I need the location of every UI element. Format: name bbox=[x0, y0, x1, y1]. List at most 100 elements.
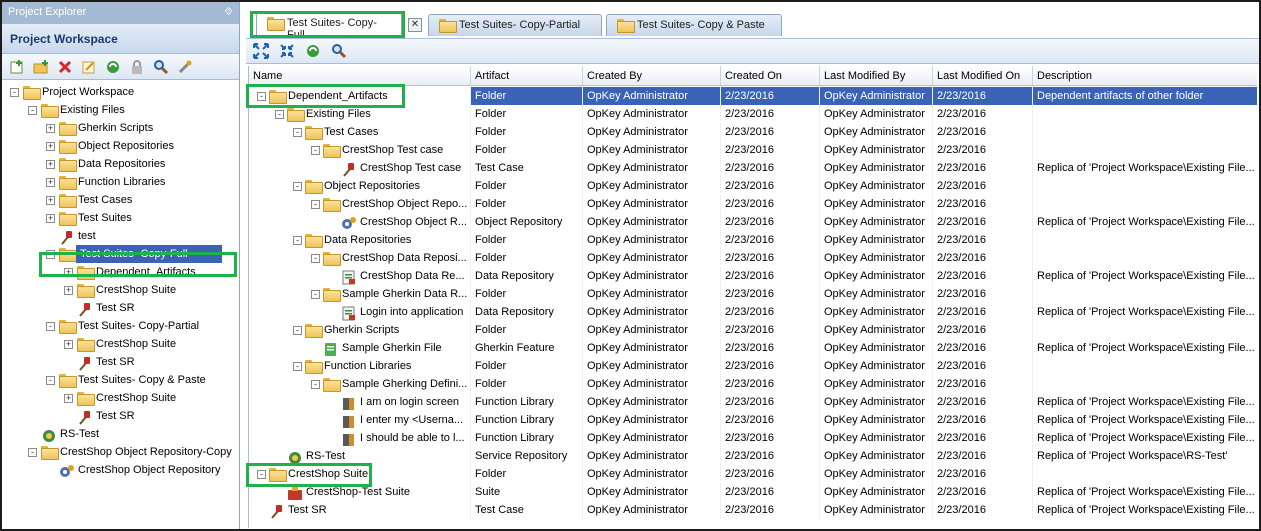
name-cell[interactable]: CrestShop Object R... bbox=[249, 213, 471, 231]
collapse-toggle-icon[interactable]: - bbox=[46, 376, 55, 385]
expand-toggle-icon[interactable]: + bbox=[46, 214, 55, 223]
name-cell[interactable]: - Data Repositories bbox=[249, 231, 471, 249]
name-cell[interactable]: I am on login screen bbox=[249, 393, 471, 411]
tab-3[interactable]: Test Suites- Copy & Paste bbox=[606, 14, 782, 36]
table-row[interactable]: - Gherkin Scripts Folder OpKey Administrato… bbox=[249, 321, 1257, 339]
expand-toggle-icon[interactable]: + bbox=[46, 196, 55, 205]
collapse-toggle-icon[interactable]: - bbox=[311, 380, 320, 389]
expand-all-icon[interactable] bbox=[250, 41, 272, 61]
expand-toggle-icon[interactable]: + bbox=[64, 394, 73, 403]
collapse-toggle-icon[interactable]: - bbox=[293, 326, 302, 335]
tree-node[interactable]: + Test Suites bbox=[2, 209, 239, 227]
table-row[interactable]: - Sample Gherkin Data R... Folder OpKey Adm… bbox=[249, 285, 1257, 303]
table-row[interactable]: - Test Cases Folder OpKey Administrator 2/23… bbox=[249, 123, 1257, 141]
table-row[interactable]: - Function Libraries Folder OpKey Administr… bbox=[249, 357, 1257, 375]
name-cell[interactable]: - Test Cases bbox=[249, 123, 471, 141]
tree-node[interactable]: + Test Cases bbox=[2, 191, 239, 209]
column-header[interactable]: Created By bbox=[583, 66, 721, 86]
tree-node[interactable]: - Test Suites- Copy & Paste bbox=[2, 371, 239, 389]
expand-toggle-icon[interactable]: + bbox=[64, 340, 73, 349]
tools-icon[interactable] bbox=[174, 57, 196, 77]
close-tab-icon[interactable]: ✕ bbox=[408, 18, 422, 32]
table-row[interactable]: - CrestShop Suite Folder OpKey Administrato… bbox=[249, 465, 1257, 483]
name-cell[interactable]: CrestShop Test case bbox=[249, 159, 471, 177]
table-row[interactable]: CrestShop Test case Test Case OpKey Admini… bbox=[249, 159, 1257, 177]
table-row[interactable]: CrestShop-Test Suite Suite OpKey Administr… bbox=[249, 483, 1257, 501]
column-header[interactable]: Description bbox=[1033, 66, 1257, 86]
tree-node[interactable]: + Function Libraries bbox=[2, 173, 239, 191]
name-cell[interactable]: I should be able to l... bbox=[249, 429, 471, 447]
rename-icon[interactable] bbox=[78, 57, 100, 77]
collapse-toggle-icon[interactable]: - bbox=[311, 200, 320, 209]
table-row[interactable]: Login into application Data Repository OpK… bbox=[249, 303, 1257, 321]
name-cell[interactable]: - Object Repositories bbox=[249, 177, 471, 195]
collapse-toggle-icon[interactable]: - bbox=[10, 88, 19, 97]
collapse-toggle-icon[interactable]: - bbox=[46, 322, 55, 331]
table-row[interactable]: CrestShop Data Re... Data Repository OpKey… bbox=[249, 267, 1257, 285]
column-header[interactable]: Name bbox=[249, 66, 471, 86]
lock-icon[interactable] bbox=[126, 57, 148, 77]
pin-icon[interactable]: ⯑ bbox=[224, 6, 233, 20]
search-icon[interactable] bbox=[150, 57, 172, 77]
table-row[interactable]: Sample Gherkin File Gherkin Feature OpKey … bbox=[249, 339, 1257, 357]
column-header[interactable]: Last Modified By bbox=[820, 66, 933, 86]
expand-toggle-icon[interactable]: + bbox=[46, 160, 55, 169]
tab-2[interactable]: Test Suites- Copy-Partial bbox=[428, 14, 602, 36]
table-row[interactable]: - Data Repositories Folder OpKey Administra… bbox=[249, 231, 1257, 249]
table-row[interactable]: - CrestShop Object Repo... Folder OpKey Adm… bbox=[249, 195, 1257, 213]
tree-node[interactable]: + Data Repositories bbox=[2, 155, 239, 173]
collapse-toggle-icon[interactable]: - bbox=[293, 182, 302, 191]
search-icon[interactable] bbox=[328, 41, 350, 61]
name-cell[interactable]: I enter my <Userna... bbox=[249, 411, 471, 429]
collapse-all-icon[interactable] bbox=[276, 41, 298, 61]
name-cell[interactable]: CrestShop Data Re... bbox=[249, 267, 471, 285]
column-header[interactable]: Last Modified On bbox=[933, 66, 1033, 86]
tree-node[interactable]: Test SR bbox=[2, 353, 239, 371]
name-cell[interactable]: - CrestShop Test case bbox=[249, 141, 471, 159]
tree-node[interactable]: - Project Workspace bbox=[2, 83, 239, 101]
table-row[interactable]: - Object Repositories Folder OpKey Administ… bbox=[249, 177, 1257, 195]
tree-node[interactable]: + Object Repositories bbox=[2, 137, 239, 155]
tree-node[interactable]: + CrestShop Suite bbox=[2, 389, 239, 407]
tree-node[interactable]: - Test Suites- Copy-Partial bbox=[2, 317, 239, 335]
name-cell[interactable]: - Sample Gherking Defini... bbox=[249, 375, 471, 393]
table-row[interactable]: I am on login screen Function Library OpKe… bbox=[249, 393, 1257, 411]
table-row[interactable]: I should be able to l... Function Library… bbox=[249, 429, 1257, 447]
name-cell[interactable]: - CrestShop Data Reposi... bbox=[249, 249, 471, 267]
tree-node[interactable]: + CrestShop Suite bbox=[2, 281, 239, 299]
column-header[interactable]: Created On bbox=[721, 66, 820, 86]
add-item-icon[interactable] bbox=[6, 57, 28, 77]
name-cell[interactable]: - Function Libraries bbox=[249, 357, 471, 375]
tree-node[interactable]: RS-Test bbox=[2, 425, 239, 443]
table-row[interactable]: - CrestShop Data Reposi... Folder OpKey Adm… bbox=[249, 249, 1257, 267]
collapse-toggle-icon[interactable]: - bbox=[275, 110, 284, 119]
add-folder-icon[interactable] bbox=[30, 57, 52, 77]
collapse-toggle-icon[interactable]: - bbox=[311, 290, 320, 299]
name-cell[interactable]: - CrestShop Object Repo... bbox=[249, 195, 471, 213]
tree-node[interactable]: test bbox=[2, 227, 239, 245]
table-row[interactable]: RS-Test Service Repository OpKey Administr… bbox=[249, 447, 1257, 465]
collapse-toggle-icon[interactable]: - bbox=[28, 448, 37, 457]
expand-toggle-icon[interactable]: + bbox=[46, 142, 55, 151]
tree-node[interactable]: - Existing Files bbox=[2, 101, 239, 119]
column-header[interactable]: Artifact bbox=[471, 66, 583, 86]
tree-node[interactable]: - CrestShop Object Repository-Copy bbox=[2, 443, 239, 461]
expand-toggle-icon[interactable]: + bbox=[64, 286, 73, 295]
collapse-toggle-icon[interactable]: - bbox=[293, 236, 302, 245]
collapse-toggle-icon[interactable]: - bbox=[28, 106, 37, 115]
tree-node[interactable]: + CrestShop Suite bbox=[2, 335, 239, 353]
table-row[interactable]: Test SR Test Case OpKey Administrator 2/23/… bbox=[249, 501, 1257, 519]
tree-node[interactable]: Test SR bbox=[2, 299, 239, 317]
table-row[interactable]: I enter my <Userna... Function Library OpK… bbox=[249, 411, 1257, 429]
expand-toggle-icon[interactable]: + bbox=[46, 178, 55, 187]
name-cell[interactable]: - Sample Gherkin Data R... bbox=[249, 285, 471, 303]
collapse-toggle-icon[interactable]: - bbox=[311, 146, 320, 155]
delete-icon[interactable] bbox=[54, 57, 76, 77]
refresh-icon[interactable] bbox=[102, 57, 124, 77]
collapse-toggle-icon[interactable]: - bbox=[293, 362, 302, 371]
expand-toggle-icon[interactable]: + bbox=[46, 124, 55, 133]
name-cell[interactable]: Login into application bbox=[249, 303, 471, 321]
tree-node[interactable]: CrestShop Object Repository bbox=[2, 461, 239, 479]
table-row[interactable]: - CrestShop Test case Folder OpKey Administ… bbox=[249, 141, 1257, 159]
name-cell[interactable]: Test SR bbox=[249, 501, 471, 519]
